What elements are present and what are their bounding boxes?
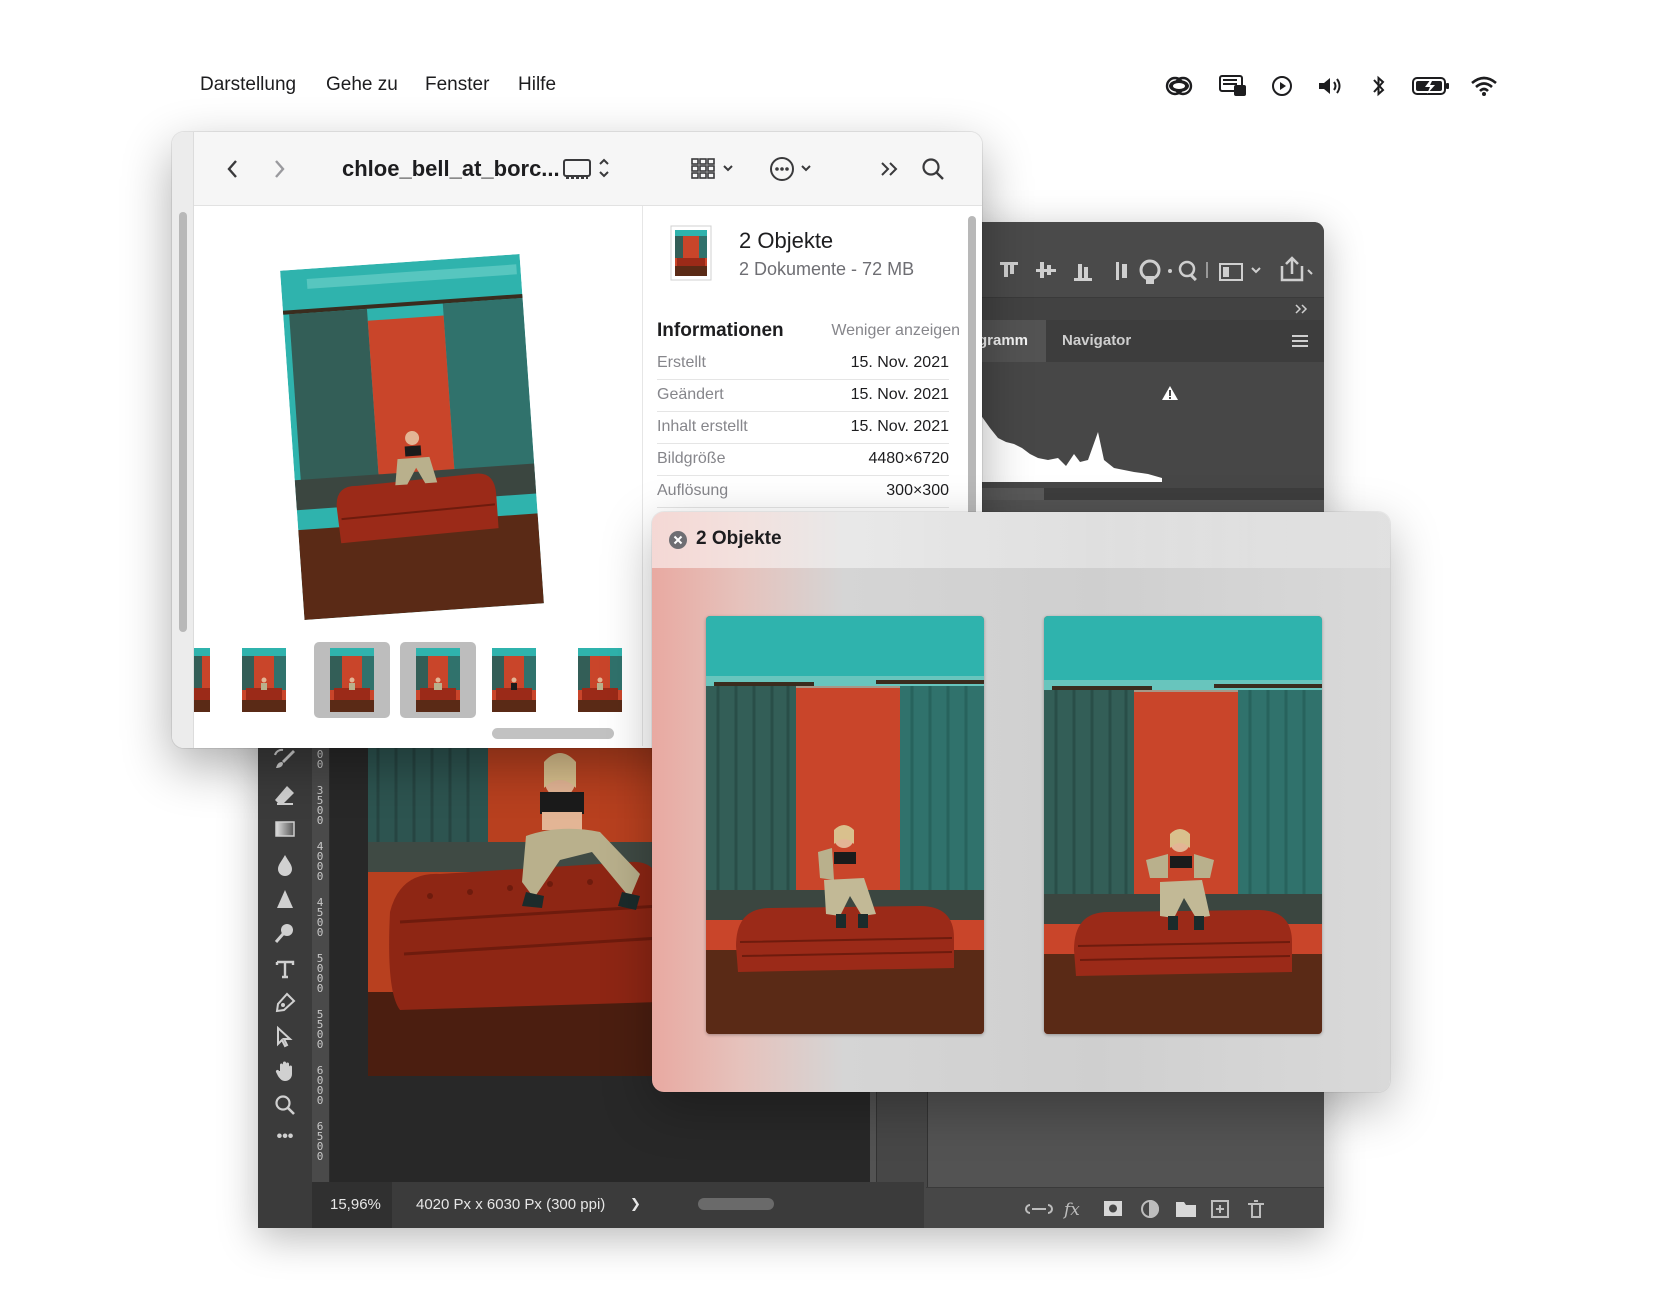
photo-couch-pose-1	[706, 616, 984, 1034]
document-status-bar: 15,96% 4020 Px x 6030 Px (300 ppi) ❯	[312, 1182, 924, 1228]
action-menu-icon[interactable]	[768, 154, 818, 184]
info-key: Erstellt	[657, 354, 706, 371]
menu-hilfe[interactable]: Hilfe	[518, 74, 556, 96]
info-row-resolution: Auflösung 300×300	[657, 476, 949, 508]
selection-subtitle: 2 Dokumente - 72 MB	[739, 259, 915, 279]
panel-menu-icon[interactable]	[1292, 334, 1308, 353]
ruler-label: 6000	[316, 1064, 324, 1107]
gallery-view-icon[interactable]	[562, 154, 616, 184]
forward-icon[interactable]	[270, 154, 288, 184]
ruler-label: 5000	[316, 952, 324, 995]
info-key: Auflösung	[657, 482, 729, 499]
quicklook-panel: 2 Objekte	[652, 512, 1390, 1092]
zoom-tool-icon[interactable]	[270, 1090, 300, 1120]
quicklook-image-2[interactable]	[1044, 616, 1322, 1034]
tab-navigator[interactable]: Navigator	[1050, 320, 1143, 362]
info-value: 300×300	[886, 482, 949, 499]
group-by-icon[interactable]	[690, 154, 740, 184]
menu-darstellung[interactable]: Darstellung	[200, 74, 296, 96]
pen-tool-icon[interactable]	[270, 988, 300, 1018]
show-less-link[interactable]: Weniger anzeigen	[831, 322, 960, 340]
path-selection-icon[interactable]	[270, 1022, 300, 1052]
filmstrip-thumb[interactable]	[194, 642, 210, 718]
eraser-tool-icon[interactable]	[270, 780, 300, 810]
filmstrip-thumb-selected[interactable]	[314, 642, 390, 718]
layer-actions-icons[interactable]: fx	[926, 1188, 1324, 1228]
gradient-tool-icon[interactable]	[270, 814, 300, 844]
ruler-label: 4000	[316, 840, 324, 883]
close-icon[interactable]	[668, 530, 688, 550]
back-icon[interactable]	[224, 154, 242, 184]
ruler-label: 4500	[316, 896, 324, 939]
tools-panel: •••	[258, 692, 312, 1228]
menu-fenster[interactable]: Fenster	[425, 74, 489, 96]
info-value: 15. Nov. 2021	[850, 386, 949, 403]
quicklook-title: 2 Objekte	[696, 528, 782, 549]
document-stack-icon	[669, 224, 713, 287]
filmstrip-thumb-selected[interactable]	[400, 642, 476, 718]
zoom-level[interactable]: 15,96%	[330, 1196, 381, 1213]
filmstrip-thumb[interactable]	[236, 642, 292, 718]
wifi-icon[interactable]	[1470, 68, 1498, 104]
gallery-preview[interactable]	[280, 254, 544, 620]
finder-title: chloe_bell_at_borc...	[342, 156, 560, 181]
ruler-label: 3500	[316, 784, 324, 827]
preview-photo	[280, 254, 544, 620]
info-value: 15. Nov. 2021	[850, 418, 949, 435]
info-scrollbar[interactable]	[968, 216, 976, 516]
info-value: 4480×6720	[868, 450, 949, 467]
search-icon[interactable]	[920, 154, 946, 184]
filmstrip-thumb[interactable]	[486, 642, 542, 718]
dodge-tool-icon[interactable]	[270, 918, 300, 948]
filmstrip-thumb[interactable]	[572, 642, 628, 718]
volume-icon[interactable]	[1316, 68, 1346, 104]
info-section-title: Informationen	[657, 320, 784, 341]
bluetooth-icon[interactable]	[1370, 68, 1388, 104]
layers-bottom-bar: fx	[926, 1187, 1324, 1228]
more-tools-icon[interactable]: •••	[270, 1122, 300, 1152]
sidebar-scrollbar[interactable]	[179, 212, 187, 632]
hand-tool-icon[interactable]	[270, 1056, 300, 1086]
vertical-ruler: 0 3000 3500 4000 4500 5000 5500 6000 650…	[312, 692, 330, 1182]
document-info[interactable]: 4020 Px x 6030 Px (300 ppi)	[416, 1196, 605, 1213]
history-brush-icon[interactable]	[270, 744, 300, 774]
info-row-modified: Geändert 15. Nov. 2021	[657, 380, 949, 412]
quicklook-image-1[interactable]	[706, 616, 984, 1034]
filmstrip-scrollbar[interactable]	[492, 728, 614, 739]
creative-cloud-icon[interactable]	[1164, 68, 1194, 104]
play-icon[interactable]	[1270, 68, 1294, 104]
finder-sidebar	[172, 132, 194, 748]
menu-gehe-zu[interactable]: Gehe zu	[326, 74, 398, 96]
quicklook-header: 2 Objekte	[652, 512, 1390, 568]
selection-title: 2 Objekte	[739, 228, 834, 253]
info-key: Bildgröße	[657, 450, 726, 467]
info-row-content-created: Inhalt erstellt 15. Nov. 2021	[657, 412, 949, 444]
type-tool-icon[interactable]	[270, 954, 300, 984]
info-key: Inhalt erstellt	[657, 418, 748, 435]
ruler-label: 5500	[316, 1008, 324, 1051]
info-value: 15. Nov. 2021	[850, 354, 949, 371]
svg-text:fx: fx	[1062, 1200, 1080, 1220]
finder-toolbar: chloe_bell_at_borc...	[194, 132, 982, 206]
toolbar-overflow-icon[interactable]	[878, 154, 902, 184]
info-row-image-size: Bildgröße 4480×6720	[657, 444, 949, 476]
blur-tool-icon[interactable]	[270, 850, 300, 880]
menubar: Darstellung Gehe zu Fenster Hilfe	[0, 66, 1672, 106]
info-key: Geändert	[657, 386, 724, 403]
horizontal-scrollbar[interactable]	[698, 1198, 774, 1210]
chevron-right-icon[interactable]: ❯	[630, 1196, 641, 1212]
photo-couch-pose-2	[1044, 616, 1322, 1034]
battery-icon[interactable]	[1412, 68, 1450, 104]
sharpen-tool-icon[interactable]	[270, 884, 300, 914]
info-row-created: Erstellt 15. Nov. 2021	[657, 348, 949, 380]
display-icon[interactable]	[1218, 68, 1248, 104]
ruler-label: 6500	[316, 1120, 324, 1163]
